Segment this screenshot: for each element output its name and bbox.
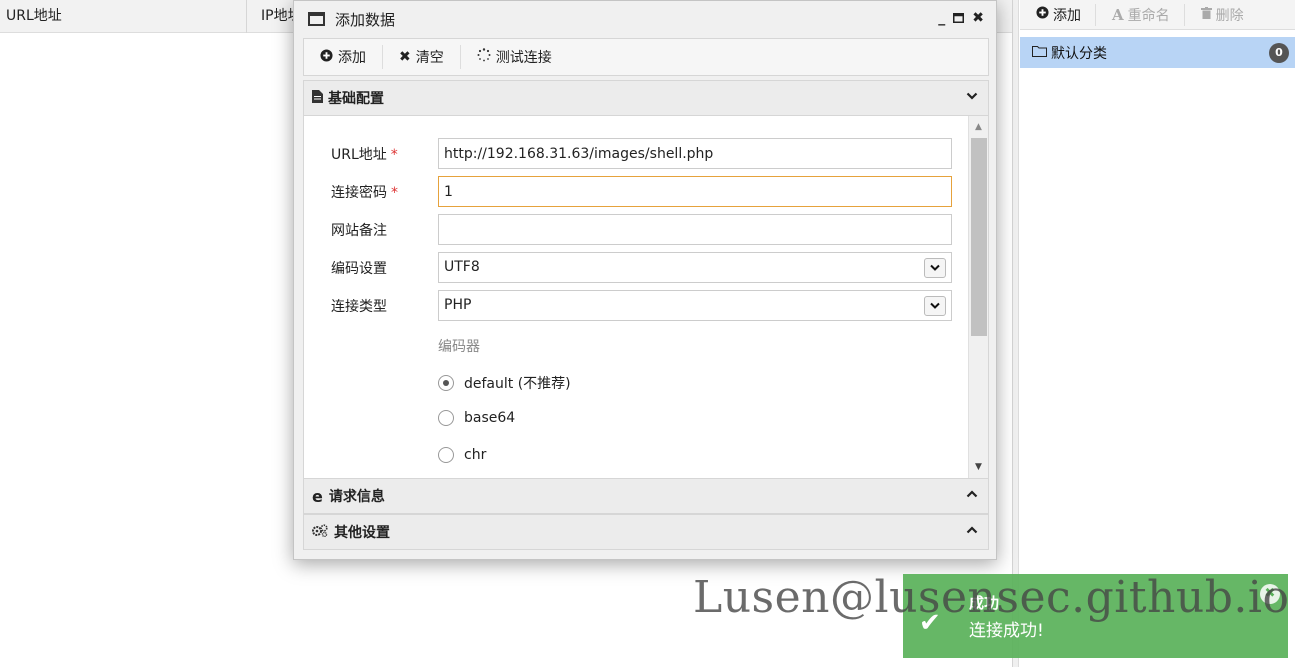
section-other-title: 其他设置 (334, 525, 390, 541)
close-icon[interactable]: ✖ (972, 10, 984, 27)
encoder-option-label: chr (464, 447, 487, 463)
dialog-titlebar[interactable]: 添加数据 (294, 1, 996, 37)
encoder-label: 编码器 (438, 339, 480, 355)
type-row: 连接类型 PHP (304, 290, 964, 322)
plus-circle-icon (320, 48, 333, 66)
encoder-option-chr[interactable]: chr (438, 447, 486, 463)
radio-chr[interactable] (438, 447, 454, 463)
section-request-title: 请求信息 (328, 489, 385, 505)
note-label: 网站备注 (331, 223, 387, 239)
panel-splitter[interactable] (1013, 0, 1019, 667)
category-toolbar: 添加 A 重命名 删除 (1020, 0, 1295, 30)
test-connection-label: 测试连接 (495, 50, 552, 66)
chevron-down-icon (924, 296, 946, 316)
window-icon (308, 12, 325, 26)
encoder-option-label: default (不推荐) (464, 376, 571, 392)
encoding-row: 编码设置 UTF8 (304, 252, 964, 284)
category-item-label: 默认分类 (1051, 45, 1107, 62)
password-row: 连接密码 * (304, 176, 964, 208)
section-other-header[interactable]: 其他设置 (303, 514, 989, 550)
spinner-icon (477, 48, 491, 66)
url-row: URL地址 * (304, 138, 964, 170)
add-label: 添加 (338, 50, 366, 66)
category-rename-button[interactable]: A 重命名 (1096, 3, 1185, 26)
encoder-option-default[interactable]: default (不推荐) (438, 373, 571, 393)
radio-default[interactable] (438, 375, 454, 391)
encoder-option-label: base64 (464, 410, 516, 426)
chevron-up-icon (966, 524, 978, 539)
vertical-scrollbar[interactable]: ▲ ▼ (968, 116, 988, 478)
encoder-option-base64[interactable]: base64 (438, 410, 515, 426)
category-item-default[interactable]: 默认分类 0 (1020, 37, 1295, 68)
scroll-up-icon[interactable]: ▲ (969, 118, 988, 136)
category-delete-label: 删除 (1215, 7, 1244, 24)
font-icon: A (1112, 5, 1124, 24)
dialog-title: 添加数据 (335, 10, 396, 29)
maximize-icon[interactable] (953, 10, 965, 27)
folder-icon (1032, 45, 1047, 61)
column-header-url[interactable]: URL地址 (6, 0, 62, 33)
radio-base64[interactable] (438, 410, 454, 426)
note-field[interactable] (438, 214, 952, 245)
watermark: Lusen@lusensec.github.io (693, 572, 1290, 623)
section-basic-title: 基础配置 (328, 91, 384, 107)
add-data-dialog: 添加数据 _ ✖ 添加 ✖ 清空 测试连接 基础配置 URL地址 * http:… (293, 0, 997, 560)
section-basic-body: URL地址* 连接密码* 网站备注 编码设置 UTF8 连接类型 PHP (303, 116, 989, 478)
x-icon: ✖ (399, 49, 411, 65)
section-basic-header[interactable]: 基础配置 (303, 80, 989, 116)
encoding-value: UTF8 (444, 259, 480, 275)
dialog-toolbar: 添加 ✖ 清空 测试连接 (303, 38, 989, 76)
category-add-label: 添加 (1053, 7, 1081, 24)
category-panel: 添加 A 重命名 删除 默认分类 0 (1012, 0, 1295, 667)
category-count-badge: 0 (1269, 43, 1289, 63)
required-mark: * (391, 185, 398, 201)
note-row: 网站备注 (304, 214, 964, 246)
file-icon (312, 89, 323, 107)
category-add-button[interactable]: 添加 (1020, 3, 1096, 26)
chevron-down-icon (966, 90, 978, 105)
section-request-header[interactable]: e 请求信息 (303, 478, 989, 514)
required-mark: * (390, 147, 398, 163)
scroll-down-icon[interactable]: ▼ (969, 458, 988, 476)
encoding-select[interactable]: UTF8 (438, 252, 952, 283)
scrollbar-thumb[interactable] (971, 138, 987, 336)
gears-icon (312, 523, 328, 541)
type-value: PHP (444, 297, 472, 313)
url-label: URL地址 * (331, 147, 398, 163)
category-rename-label: 重命名 (1127, 7, 1170, 24)
url-field[interactable] (438, 138, 952, 169)
category-delete-button[interactable]: 删除 (1185, 4, 1258, 26)
edge-icon: e (312, 486, 323, 506)
clear-button[interactable]: ✖ 清空 (383, 45, 461, 69)
add-button[interactable]: 添加 (304, 45, 383, 69)
password-label: 连接密码 * (331, 185, 398, 201)
minimize-icon[interactable]: _ (938, 10, 945, 27)
column-divider (246, 0, 247, 33)
chevron-down-icon (924, 258, 946, 278)
plus-circle-icon (1036, 6, 1049, 23)
password-field[interactable] (438, 176, 952, 207)
test-connection-button[interactable]: 测试连接 (461, 45, 568, 69)
type-label: 连接类型 (331, 299, 387, 315)
type-select[interactable]: PHP (438, 290, 952, 321)
chevron-up-icon (966, 488, 978, 503)
encoding-label: 编码设置 (331, 261, 387, 277)
trash-icon (1200, 6, 1212, 23)
clear-label: 清空 (415, 50, 444, 66)
window-controls: _ ✖ (938, 10, 984, 27)
